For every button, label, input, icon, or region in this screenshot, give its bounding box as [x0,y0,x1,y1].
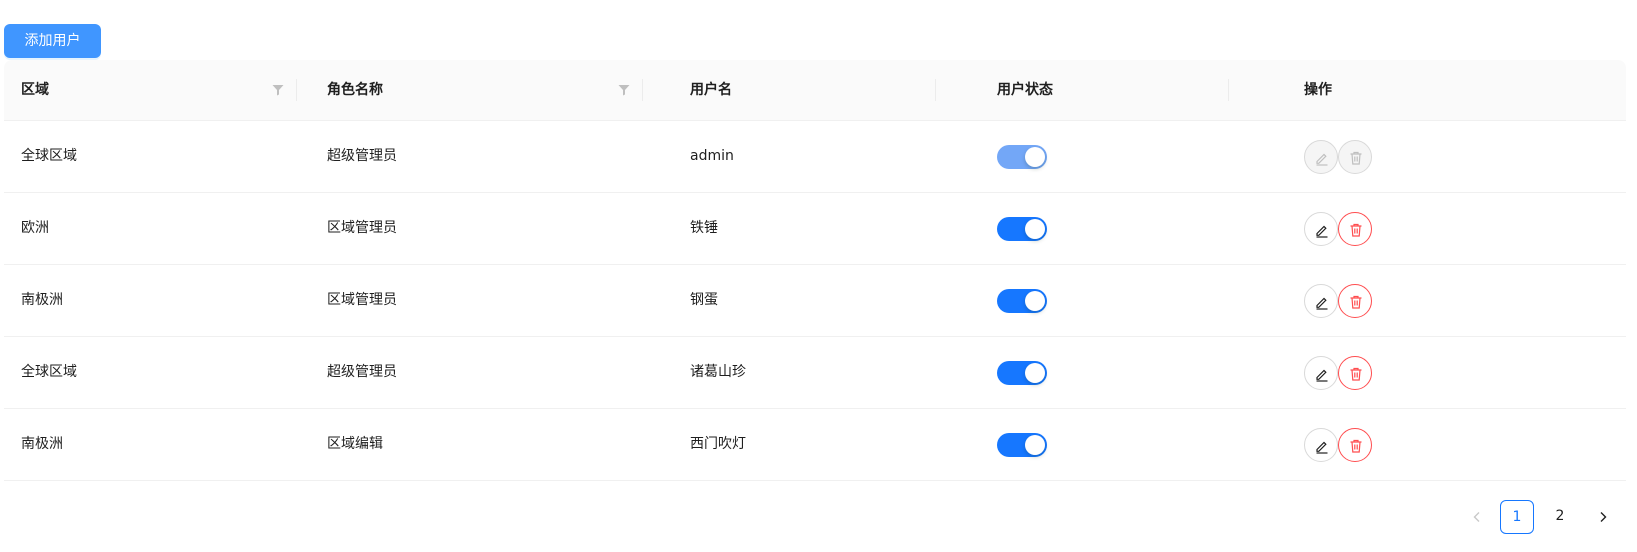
delete-button[interactable] [1338,212,1372,246]
actions-cell [1287,337,1626,408]
column-header-status: 用户状态 [980,60,1287,120]
column-header-actions: 操作 [1287,60,1626,120]
column-divider [935,79,936,101]
username-cell: admin [690,148,734,164]
column-header-label: 角色名称 [327,82,383,98]
status-toggle[interactable] [997,289,1047,313]
column-divider [1228,79,1229,101]
region-cell: 欧洲 [21,220,49,236]
pagination-prev[interactable] [1460,500,1494,534]
delete-button[interactable] [1338,356,1372,390]
actions-cell [1287,121,1626,192]
status-cell [980,409,1287,480]
region-cell: 全球区域 [21,148,77,164]
edit-icon [1316,369,1328,382]
role-cell: 区域编辑 [327,436,383,452]
toggle-knob [1025,435,1045,455]
toggle-knob [1025,219,1045,239]
pagination-next[interactable] [1586,500,1620,534]
delete-button[interactable] [1338,428,1372,462]
chevron-left-icon [1473,512,1480,522]
toggle-knob [1025,363,1045,383]
edit-icon [1316,297,1328,310]
column-header-region: 区域 [4,60,310,120]
column-header-label: 用户状态 [997,82,1053,98]
filter-icon[interactable] [618,84,630,96]
status-toggle[interactable] [997,433,1047,457]
trash-icon [1350,367,1362,381]
delete-button[interactable] [1338,284,1372,318]
column-header-label: 操作 [1304,82,1332,98]
delete-button[interactable] [1338,140,1372,174]
status-toggle[interactable] [997,217,1047,241]
pagination: 1 2 [1460,500,1627,534]
chevron-right-icon [1600,512,1607,522]
status-toggle[interactable] [997,361,1047,385]
region-cell: 南极洲 [21,292,63,308]
edit-icon [1316,153,1328,166]
edit-button[interactable] [1304,140,1338,174]
actions-cell [1287,265,1626,336]
status-cell [980,265,1287,336]
role-cell: 超级管理员 [327,148,397,164]
column-header-label: 区域 [21,82,49,98]
table-row: 全球区域 超级管理员 admin [4,121,1626,193]
username-cell: 西门吹灯 [690,436,746,452]
add-user-button[interactable]: 添加用户 [4,24,101,58]
user-table: 区域 角色名称 用户名 用户状态 操作 全球区域 超级管理员 admin 欧洲 … [4,60,1626,481]
trash-icon [1350,223,1362,237]
table-row: 欧洲 区域管理员 铁锤 [4,193,1626,265]
status-cell [980,193,1287,264]
toggle-knob [1025,291,1045,311]
toggle-knob [1025,147,1045,167]
status-cell [980,121,1287,192]
region-cell: 全球区域 [21,364,77,380]
username-cell: 铁锤 [690,220,718,236]
column-header-label: 用户名 [690,82,732,98]
pagination-page[interactable]: 2 [1543,500,1577,534]
edit-button[interactable] [1304,428,1338,462]
table-row: 南极洲 区域编辑 西门吹灯 [4,409,1626,481]
status-cell [980,337,1287,408]
edit-button[interactable] [1304,212,1338,246]
filter-icon[interactable] [272,84,284,96]
trash-icon [1350,439,1362,453]
role-cell: 超级管理员 [327,364,397,380]
column-header-username: 用户名 [673,60,980,120]
edit-button[interactable] [1304,356,1338,390]
actions-cell [1287,193,1626,264]
edit-button[interactable] [1304,284,1338,318]
trash-icon [1350,151,1362,165]
trash-icon [1350,295,1362,309]
table-row: 全球区域 超级管理员 诸葛山珍 [4,337,1626,409]
table-row: 南极洲 区域管理员 钢蛋 [4,265,1626,337]
column-divider [642,79,643,101]
edit-icon [1316,441,1328,454]
role-cell: 区域管理员 [327,292,397,308]
column-divider [296,79,297,101]
role-cell: 区域管理员 [327,220,397,236]
region-cell: 南极洲 [21,436,63,452]
actions-cell [1287,409,1626,480]
pagination-page[interactable]: 1 [1500,500,1534,534]
table-header: 区域 角色名称 用户名 用户状态 操作 [4,60,1626,121]
username-cell: 诸葛山珍 [690,364,746,380]
username-cell: 钢蛋 [690,292,718,308]
status-toggle[interactable] [997,145,1047,169]
edit-icon [1316,225,1328,238]
